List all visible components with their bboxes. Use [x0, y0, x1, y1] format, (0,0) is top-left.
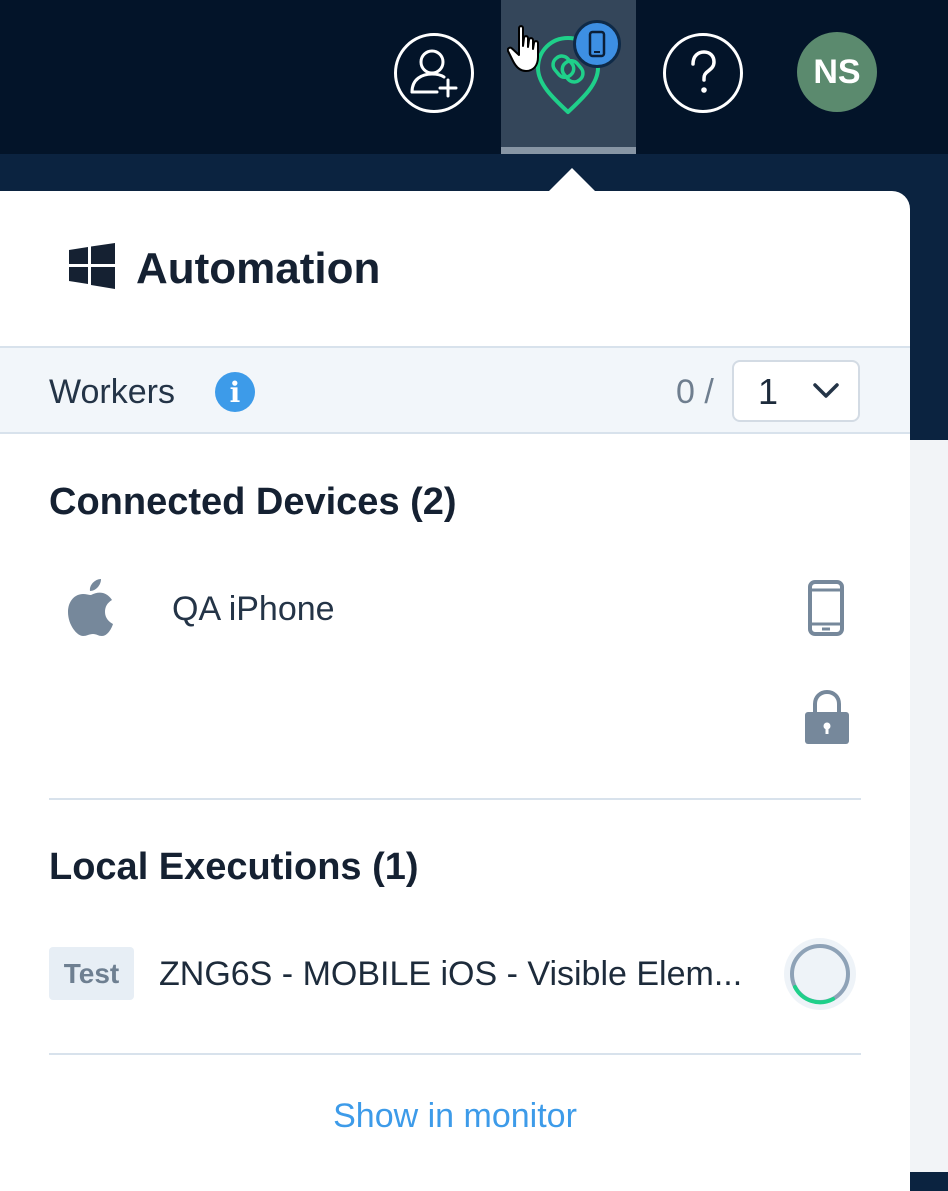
connected-devices-title: Connected Devices (2): [49, 481, 457, 523]
workers-max-value: 1: [758, 371, 779, 412]
chevron-down-icon: [813, 383, 839, 398]
workers-row: Workers i 0 / 1: [0, 346, 910, 434]
show-in-monitor-link[interactable]: Show in monitor: [0, 1096, 910, 1136]
section-divider: [49, 798, 861, 800]
windows-icon: [69, 243, 115, 289]
user-avatar[interactable]: NS: [797, 32, 877, 112]
help-icon: [691, 50, 716, 93]
device-name: QA iPhone: [172, 590, 335, 628]
workers-max-select[interactable]: 1: [732, 360, 860, 422]
local-executions-title: Local Executions (1): [49, 846, 419, 888]
execution-type-badge: Test: [49, 947, 134, 1000]
panel-title: Automation: [136, 244, 381, 293]
pointer-cursor-icon: [507, 25, 539, 72]
add-user-button[interactable]: [394, 33, 474, 113]
popover-header: Automation: [0, 191, 910, 346]
phone-icon: [808, 580, 844, 636]
progress-spinner-icon: [784, 938, 856, 1010]
help-button[interactable]: [663, 33, 743, 113]
add-user-icon: [410, 49, 458, 98]
mobile-device-badge: [573, 20, 621, 68]
workers-label: Workers: [49, 373, 175, 411]
automation-popover: Automation Workers i 0 / 1 Connected Dev…: [0, 191, 910, 1191]
execution-name[interactable]: ZNG6S - MOBILE iOS - Visible Elem...: [159, 953, 749, 995]
section-divider: [49, 1053, 861, 1055]
lock-icon: [805, 689, 849, 744]
apple-icon: [68, 579, 113, 636]
popover-caret: [548, 168, 596, 192]
background-page-area: [910, 440, 948, 1172]
active-tab-indicator: [501, 147, 636, 154]
mobile-device-badge-icon: [588, 30, 606, 58]
top-bar: NS: [0, 0, 948, 154]
info-icon[interactable]: i: [215, 372, 255, 412]
workers-active-count: 0 /: [676, 373, 714, 411]
